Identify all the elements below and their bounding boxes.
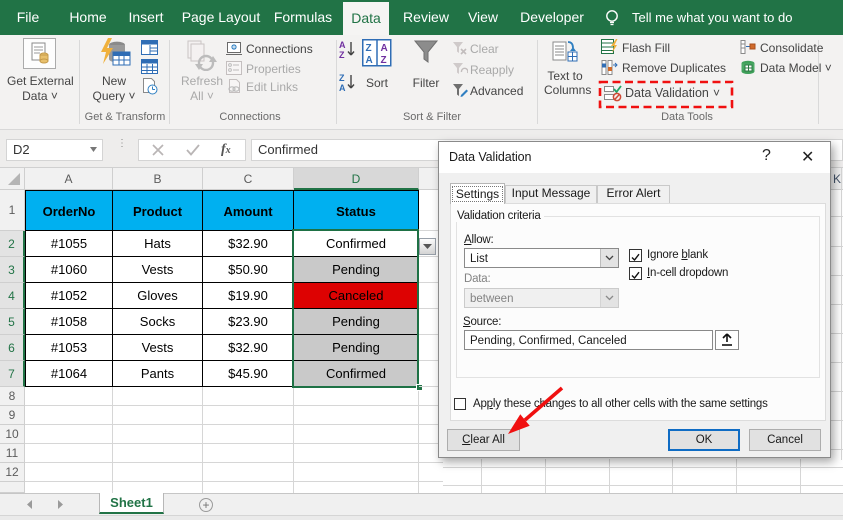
svg-text:Z: Z <box>381 55 387 66</box>
svg-text:A: A <box>339 40 346 50</box>
svg-text:A: A <box>339 83 346 92</box>
svg-text:Z: Z <box>339 73 345 83</box>
svg-text:A: A <box>381 43 388 54</box>
svg-text:A: A <box>366 55 373 66</box>
svg-text:Z: Z <box>339 50 345 59</box>
svg-text:Z: Z <box>366 43 372 54</box>
